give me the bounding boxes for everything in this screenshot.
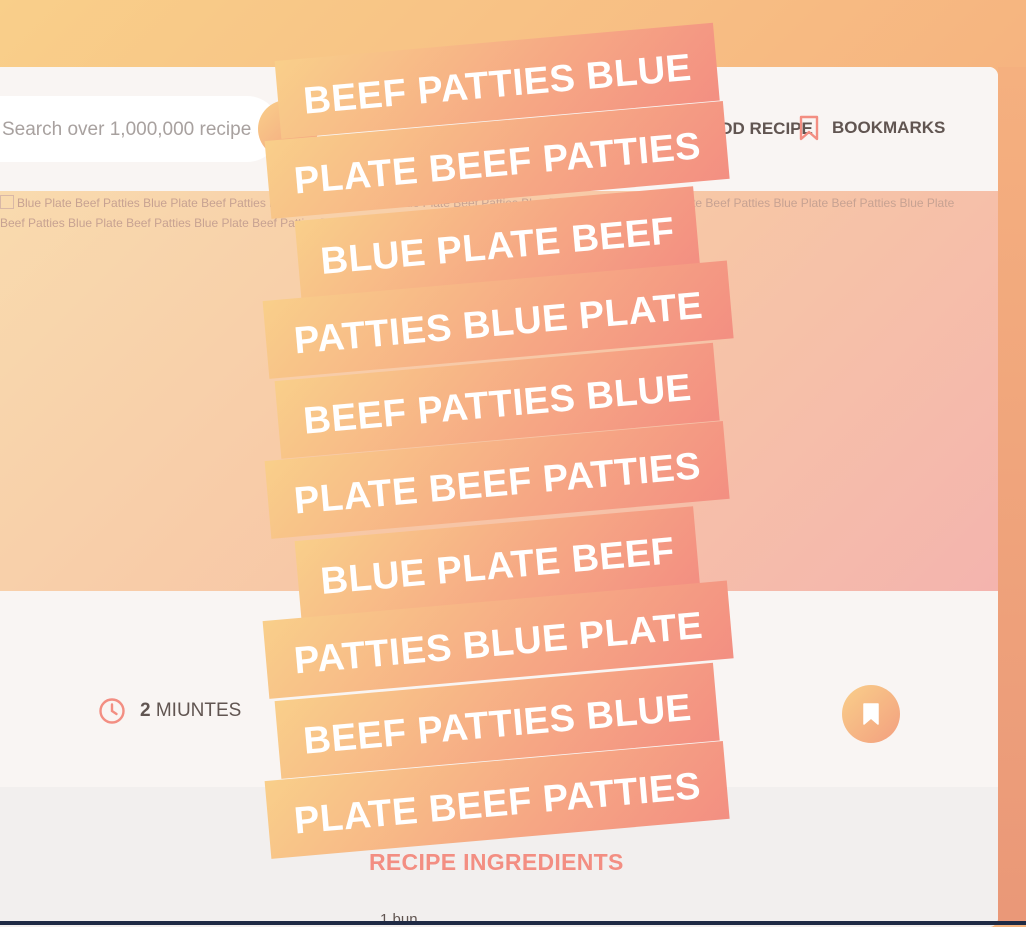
recipe-details: 2 MIUNTES [0,591,998,787]
servings-buttons [473,701,525,723]
cooking-time-text: 2 MIUNTES [140,700,241,722]
search-button[interactable] [258,100,318,158]
recipe-container: ADD RECIPE BOOKMARKS Blue Plate Beef Pat… [0,67,998,927]
search-form [0,96,280,162]
plus-circle-icon[interactable] [503,701,525,723]
page-background-edge [998,67,1026,921]
nav-bookmarks[interactable]: BOOKMARKS [798,115,945,141]
cooking-time-value: 2 [140,700,151,721]
taskbar-strip [0,921,1026,925]
recipe-image-alt-text: Blue Plate Beef Patties Blue Plate Beef … [0,195,955,230]
cooking-time: 2 MIUNTES [98,697,241,725]
broken-image-icon [0,195,14,209]
header: ADD RECIPE BOOKMARKS [0,67,998,191]
bookmark-filled-icon [863,703,879,725]
recipe-image: Blue Plate Beef Patties Blue Plate Beef … [0,191,998,591]
ingredients-heading: RECIPE INGREDIENTS [369,849,624,875]
minus-circle-icon[interactable] [473,701,495,723]
recipe-ingredients: RECIPE INGREDIENTS 1 bun [0,787,998,927]
search-input[interactable] [0,114,254,146]
cooking-time-unit: MIUNTES [155,700,242,721]
clock-icon [99,698,125,724]
bookmark-icon [799,115,819,141]
nav-bookmarks-label: BOOKMARKS [832,118,946,137]
bookmark-button[interactable] [842,685,900,743]
